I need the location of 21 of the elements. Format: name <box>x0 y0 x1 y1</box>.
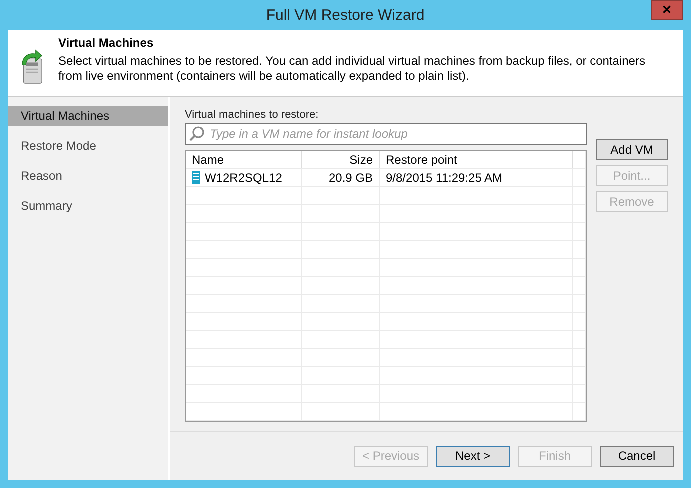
wizard-button[interactable]: Cancel <box>600 446 674 466</box>
search-icon <box>189 126 205 142</box>
server-icon <box>192 171 200 184</box>
window-title: Full VM Restore Wizard <box>266 6 425 24</box>
table-cell: W12R2SQL12 <box>205 170 282 184</box>
sidebar-item[interactable]: Reason <box>8 166 168 186</box>
sidebar-item[interactable]: Virtual Machines <box>8 106 168 126</box>
table-cell: 9/8/2015 11:29:25 AM <box>380 169 573 186</box>
wizard-button[interactable]: Next > <box>436 446 510 466</box>
close-button[interactable]: ✕ <box>651 0 683 20</box>
action-button[interactable]: Add VM <box>596 139 668 160</box>
table-cell: 20.9 GB <box>302 169 380 186</box>
column-header[interactable]: Restore point <box>380 151 573 168</box>
page-title: Virtual Machines <box>58 36 155 50</box>
column-header[interactable]: Name <box>186 151 302 168</box>
search-field[interactable]: Type in a VM name for instant lookup <box>185 123 587 145</box>
page-description: Select virtual machines to be restored. You can add individual virtual machines from backup files, or containers from live environment (containers will be automatically expanded to plain list). <box>58 54 646 84</box>
list-label: Virtual machines to restore: <box>185 109 320 123</box>
sidebar-item[interactable]: Summary <box>8 196 168 216</box>
column-header[interactable]: Size <box>302 151 380 168</box>
sidebar-item[interactable]: Restore Mode <box>8 136 168 156</box>
